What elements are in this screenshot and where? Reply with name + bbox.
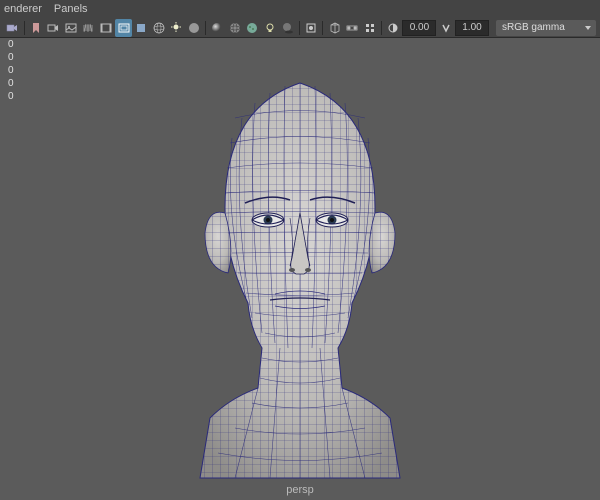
textured-icon[interactable] — [244, 19, 261, 37]
component-icon[interactable] — [361, 19, 378, 37]
isolate-select-icon[interactable] — [303, 19, 320, 37]
toolbar-divider — [205, 21, 206, 35]
viewport-toolbar: sRGB gamma — [0, 18, 600, 38]
camera-label: persp — [286, 484, 314, 496]
toolbar-divider — [24, 21, 25, 35]
wireframe-shaded-icon[interactable] — [227, 19, 244, 37]
stat-value: 0 — [8, 90, 14, 103]
bookmark-icon[interactable] — [27, 19, 44, 37]
menu-renderer[interactable]: enderer — [4, 3, 42, 15]
exposure-icon[interactable] — [385, 19, 402, 37]
smooth-shade-icon[interactable] — [209, 19, 226, 37]
xray-joints-icon[interactable] — [344, 19, 361, 37]
gamma-field[interactable] — [455, 20, 489, 36]
viewport[interactable]: 0 0 0 0 0 — [0, 38, 600, 500]
select-camera-icon[interactable] — [4, 19, 21, 37]
stat-value: 0 — [8, 51, 14, 64]
gate-mask-icon[interactable] — [133, 19, 150, 37]
xray-icon[interactable] — [326, 19, 343, 37]
gamma-icon[interactable] — [437, 19, 454, 37]
stat-value: 0 — [8, 77, 14, 90]
exposure-field[interactable] — [402, 20, 436, 36]
shadows-icon[interactable] — [279, 19, 296, 37]
toolbar-divider — [322, 21, 323, 35]
color-profile-label: sRGB gamma — [502, 22, 565, 33]
toolbar-divider — [381, 21, 382, 35]
use-lights-icon[interactable] — [262, 19, 279, 37]
camera-attr-icon[interactable] — [45, 19, 62, 37]
viewport-stats: 0 0 0 0 0 — [8, 38, 14, 103]
image-plane-icon[interactable] — [63, 19, 80, 37]
mesh-head-wireframe — [140, 48, 460, 488]
flat-shade-icon[interactable] — [186, 19, 203, 37]
stat-value: 0 — [8, 64, 14, 77]
color-profile-dropdown[interactable]: sRGB gamma — [496, 20, 596, 36]
stat-value: 0 — [8, 38, 14, 51]
film-gate-icon[interactable] — [98, 19, 115, 37]
shading-wireframe-icon[interactable] — [150, 19, 167, 37]
toolbar-divider — [299, 21, 300, 35]
light-icon[interactable] — [168, 19, 185, 37]
menu-panels[interactable]: Panels — [54, 3, 88, 15]
resolution-gate-icon[interactable] — [115, 19, 132, 37]
grid-icon[interactable] — [80, 19, 97, 37]
